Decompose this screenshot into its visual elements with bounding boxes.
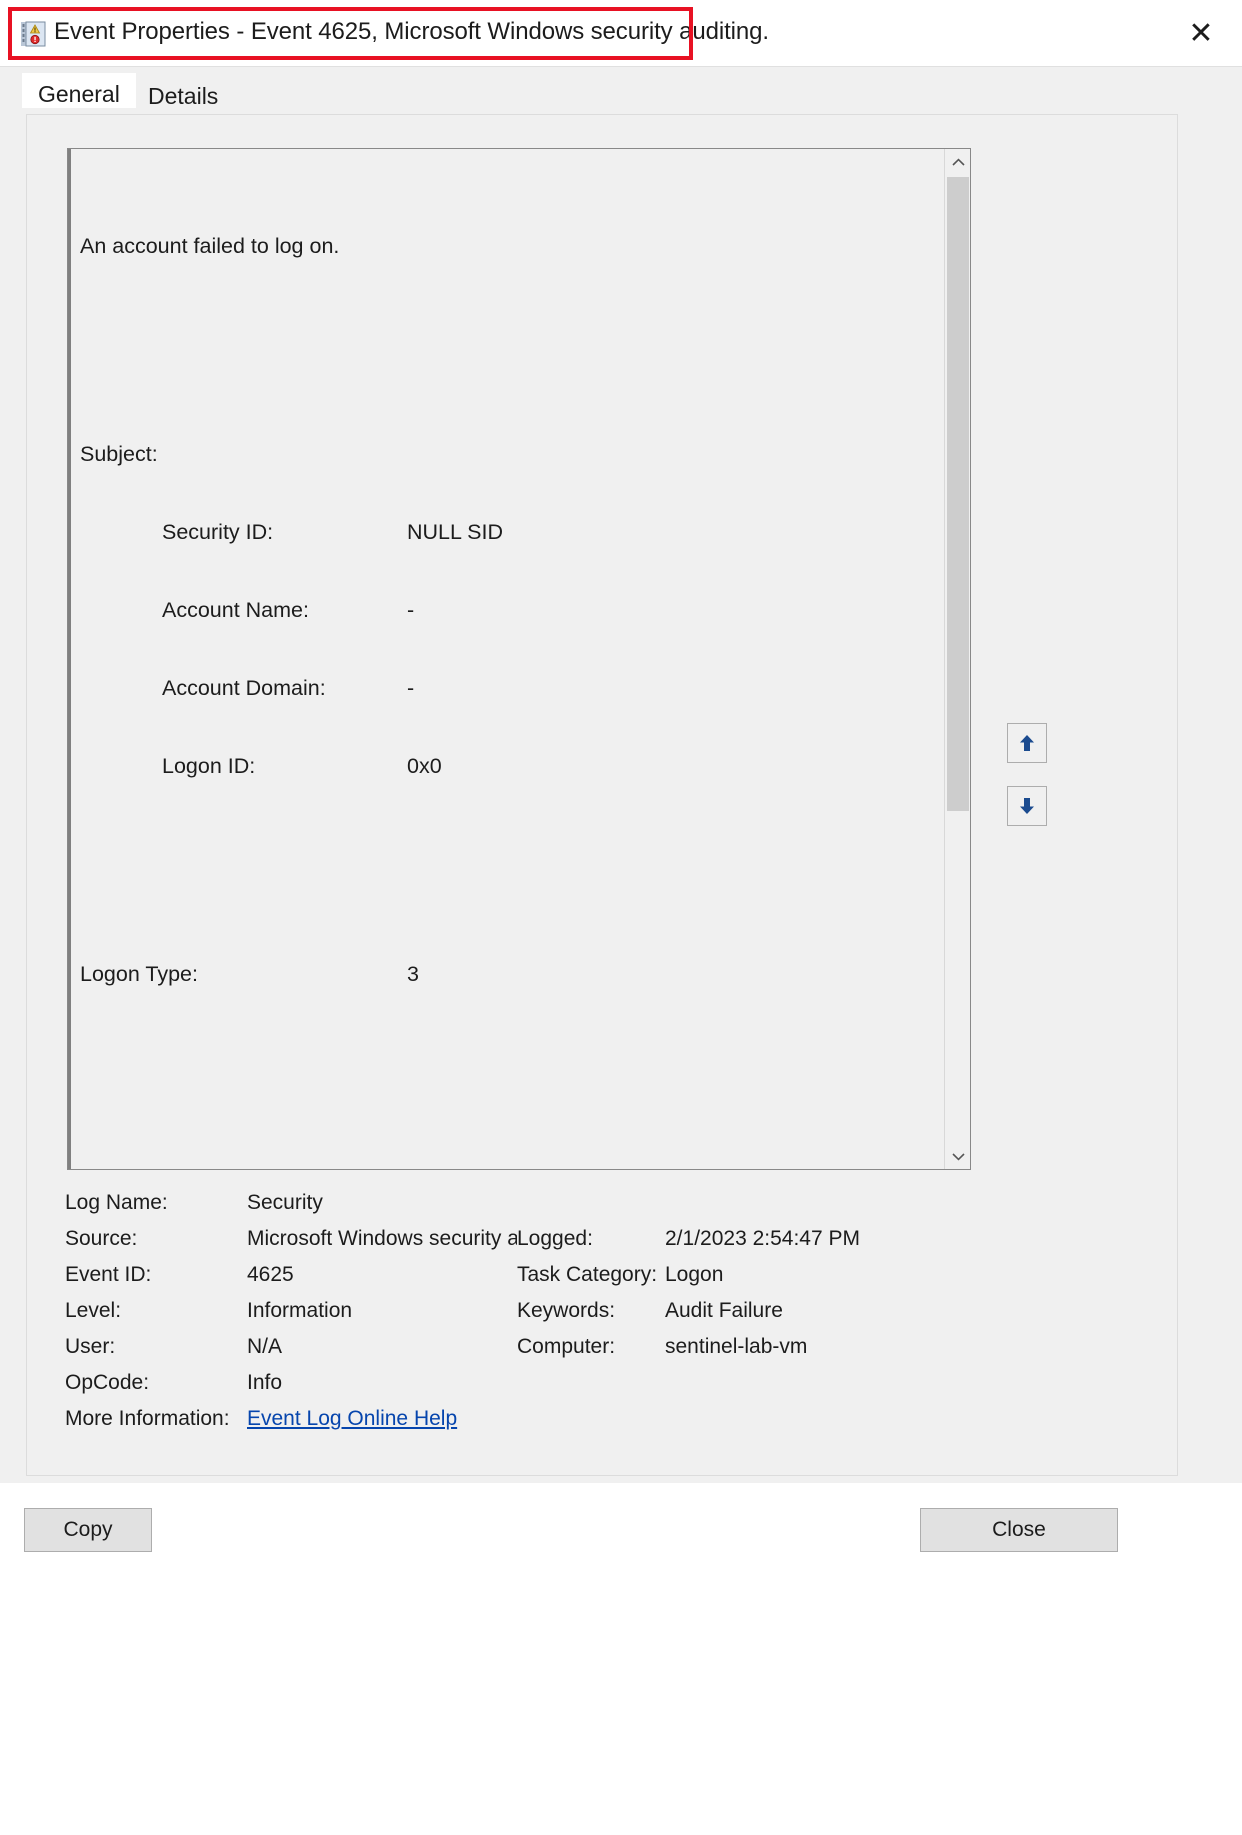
metadata-label-keywords: Keywords: xyxy=(517,1299,616,1322)
row-subject-account-domain: Account Domain: - xyxy=(162,676,415,700)
event-log-online-help-link[interactable]: Event Log Online Help xyxy=(247,1407,457,1431)
close-button[interactable]: Close xyxy=(920,1508,1118,1552)
metadata-row-event-id-task: Event ID: 4625 Task Category: Logon xyxy=(65,1263,1135,1299)
event-log-error-icon xyxy=(21,21,46,47)
dialog-footer: Copy Close xyxy=(0,1483,1242,1835)
metadata-label-user: User: xyxy=(65,1335,116,1358)
metadata-label-source: Source: xyxy=(65,1227,138,1250)
event-description-text: An account failed to log on. Subject: Se… xyxy=(80,155,925,1170)
general-tab-panel: An account failed to log on. Subject: Se… xyxy=(26,114,1178,1476)
metadata-value-opcode: Info xyxy=(247,1371,283,1394)
metadata-label-opcode: OpCode: xyxy=(65,1371,150,1394)
row-subject-logon-id: Logon ID: 0x0 xyxy=(162,754,442,778)
metadata-row-user-computer: User: N/A Computer: sentinel-lab-vm xyxy=(65,1335,1135,1371)
metadata-label-computer: Computer: xyxy=(517,1335,616,1358)
section-title-account-failed: Account For Which Logon Failed: xyxy=(80,1169,925,1170)
metadata-value-event-id: 4625 xyxy=(247,1263,294,1286)
metadata-label-event-id: Event ID: xyxy=(65,1263,152,1286)
tab-strip: General Details xyxy=(0,66,1242,115)
metadata-label-more-information: More Information: xyxy=(65,1407,230,1430)
row-logon-type: Logon Type: 3 xyxy=(80,962,419,986)
scrollbar-thumb[interactable] xyxy=(947,177,969,811)
event-description-box[interactable]: An account failed to log on. Subject: Se… xyxy=(67,148,971,1170)
metadata-row-more-information: More Information: Event Log Online Help xyxy=(65,1407,1135,1443)
arrow-up-icon xyxy=(1020,735,1034,751)
row-subject-account-name: Account Name: - xyxy=(162,598,415,622)
metadata-value-user: N/A xyxy=(247,1335,283,1358)
metadata-value-source: Microsoft Windows security auditing. xyxy=(247,1227,517,1250)
event-description-inner: An account failed to log on. Subject: Se… xyxy=(68,149,944,1169)
metadata-label-level: Level: xyxy=(65,1299,122,1322)
close-window-button[interactable]: ✕ xyxy=(1174,10,1228,56)
dialog-body: An account failed to log on. Subject: Se… xyxy=(0,108,1242,1483)
metadata-row-source-logged: Source: Microsoft Windows security audit… xyxy=(65,1227,1135,1263)
event-headline: An account failed to log on. xyxy=(80,234,340,258)
metadata-row-opcode: OpCode: Info xyxy=(65,1371,1135,1407)
next-event-button[interactable] xyxy=(1007,786,1047,826)
section-title-subject: Subject: xyxy=(80,442,158,466)
arrow-down-icon xyxy=(1020,798,1034,814)
metadata-value-task-category: Logon xyxy=(665,1263,724,1286)
metadata-value-logged: 2/1/2023 2:54:47 PM xyxy=(665,1227,860,1250)
row-subject-security-id: Security ID: NULL SID xyxy=(162,520,503,544)
event-metadata-grid: Log Name: Security Source: Microsoft Win… xyxy=(65,1191,1135,1443)
scroll-up-icon[interactable] xyxy=(945,149,970,175)
metadata-label-log-name: Log Name: xyxy=(65,1191,168,1214)
metadata-row-log-name: Log Name: Security xyxy=(65,1191,1135,1227)
metadata-label-task-category: Task Category: xyxy=(517,1263,658,1286)
metadata-value-log-name: Security xyxy=(247,1191,323,1214)
metadata-value-level: Information xyxy=(247,1299,353,1322)
metadata-row-level-keywords: Level: Information Keywords: Audit Failu… xyxy=(65,1299,1135,1335)
scroll-down-icon[interactable] xyxy=(945,1143,970,1169)
metadata-label-logged: Logged: xyxy=(517,1227,593,1250)
metadata-value-keywords: Audit Failure xyxy=(665,1299,783,1322)
previous-event-button[interactable] xyxy=(1007,723,1047,763)
metadata-value-computer: sentinel-lab-vm xyxy=(665,1335,808,1358)
window-title: Event Properties - Event 4625, Microsoft… xyxy=(54,18,769,45)
copy-button[interactable]: Copy xyxy=(24,1508,152,1552)
event-description-scrollbar[interactable] xyxy=(944,149,970,1169)
event-properties-window: Event Properties - Event 4625, Microsoft… xyxy=(0,0,1242,1835)
title-bar: Event Properties - Event 4625, Microsoft… xyxy=(0,0,1242,66)
